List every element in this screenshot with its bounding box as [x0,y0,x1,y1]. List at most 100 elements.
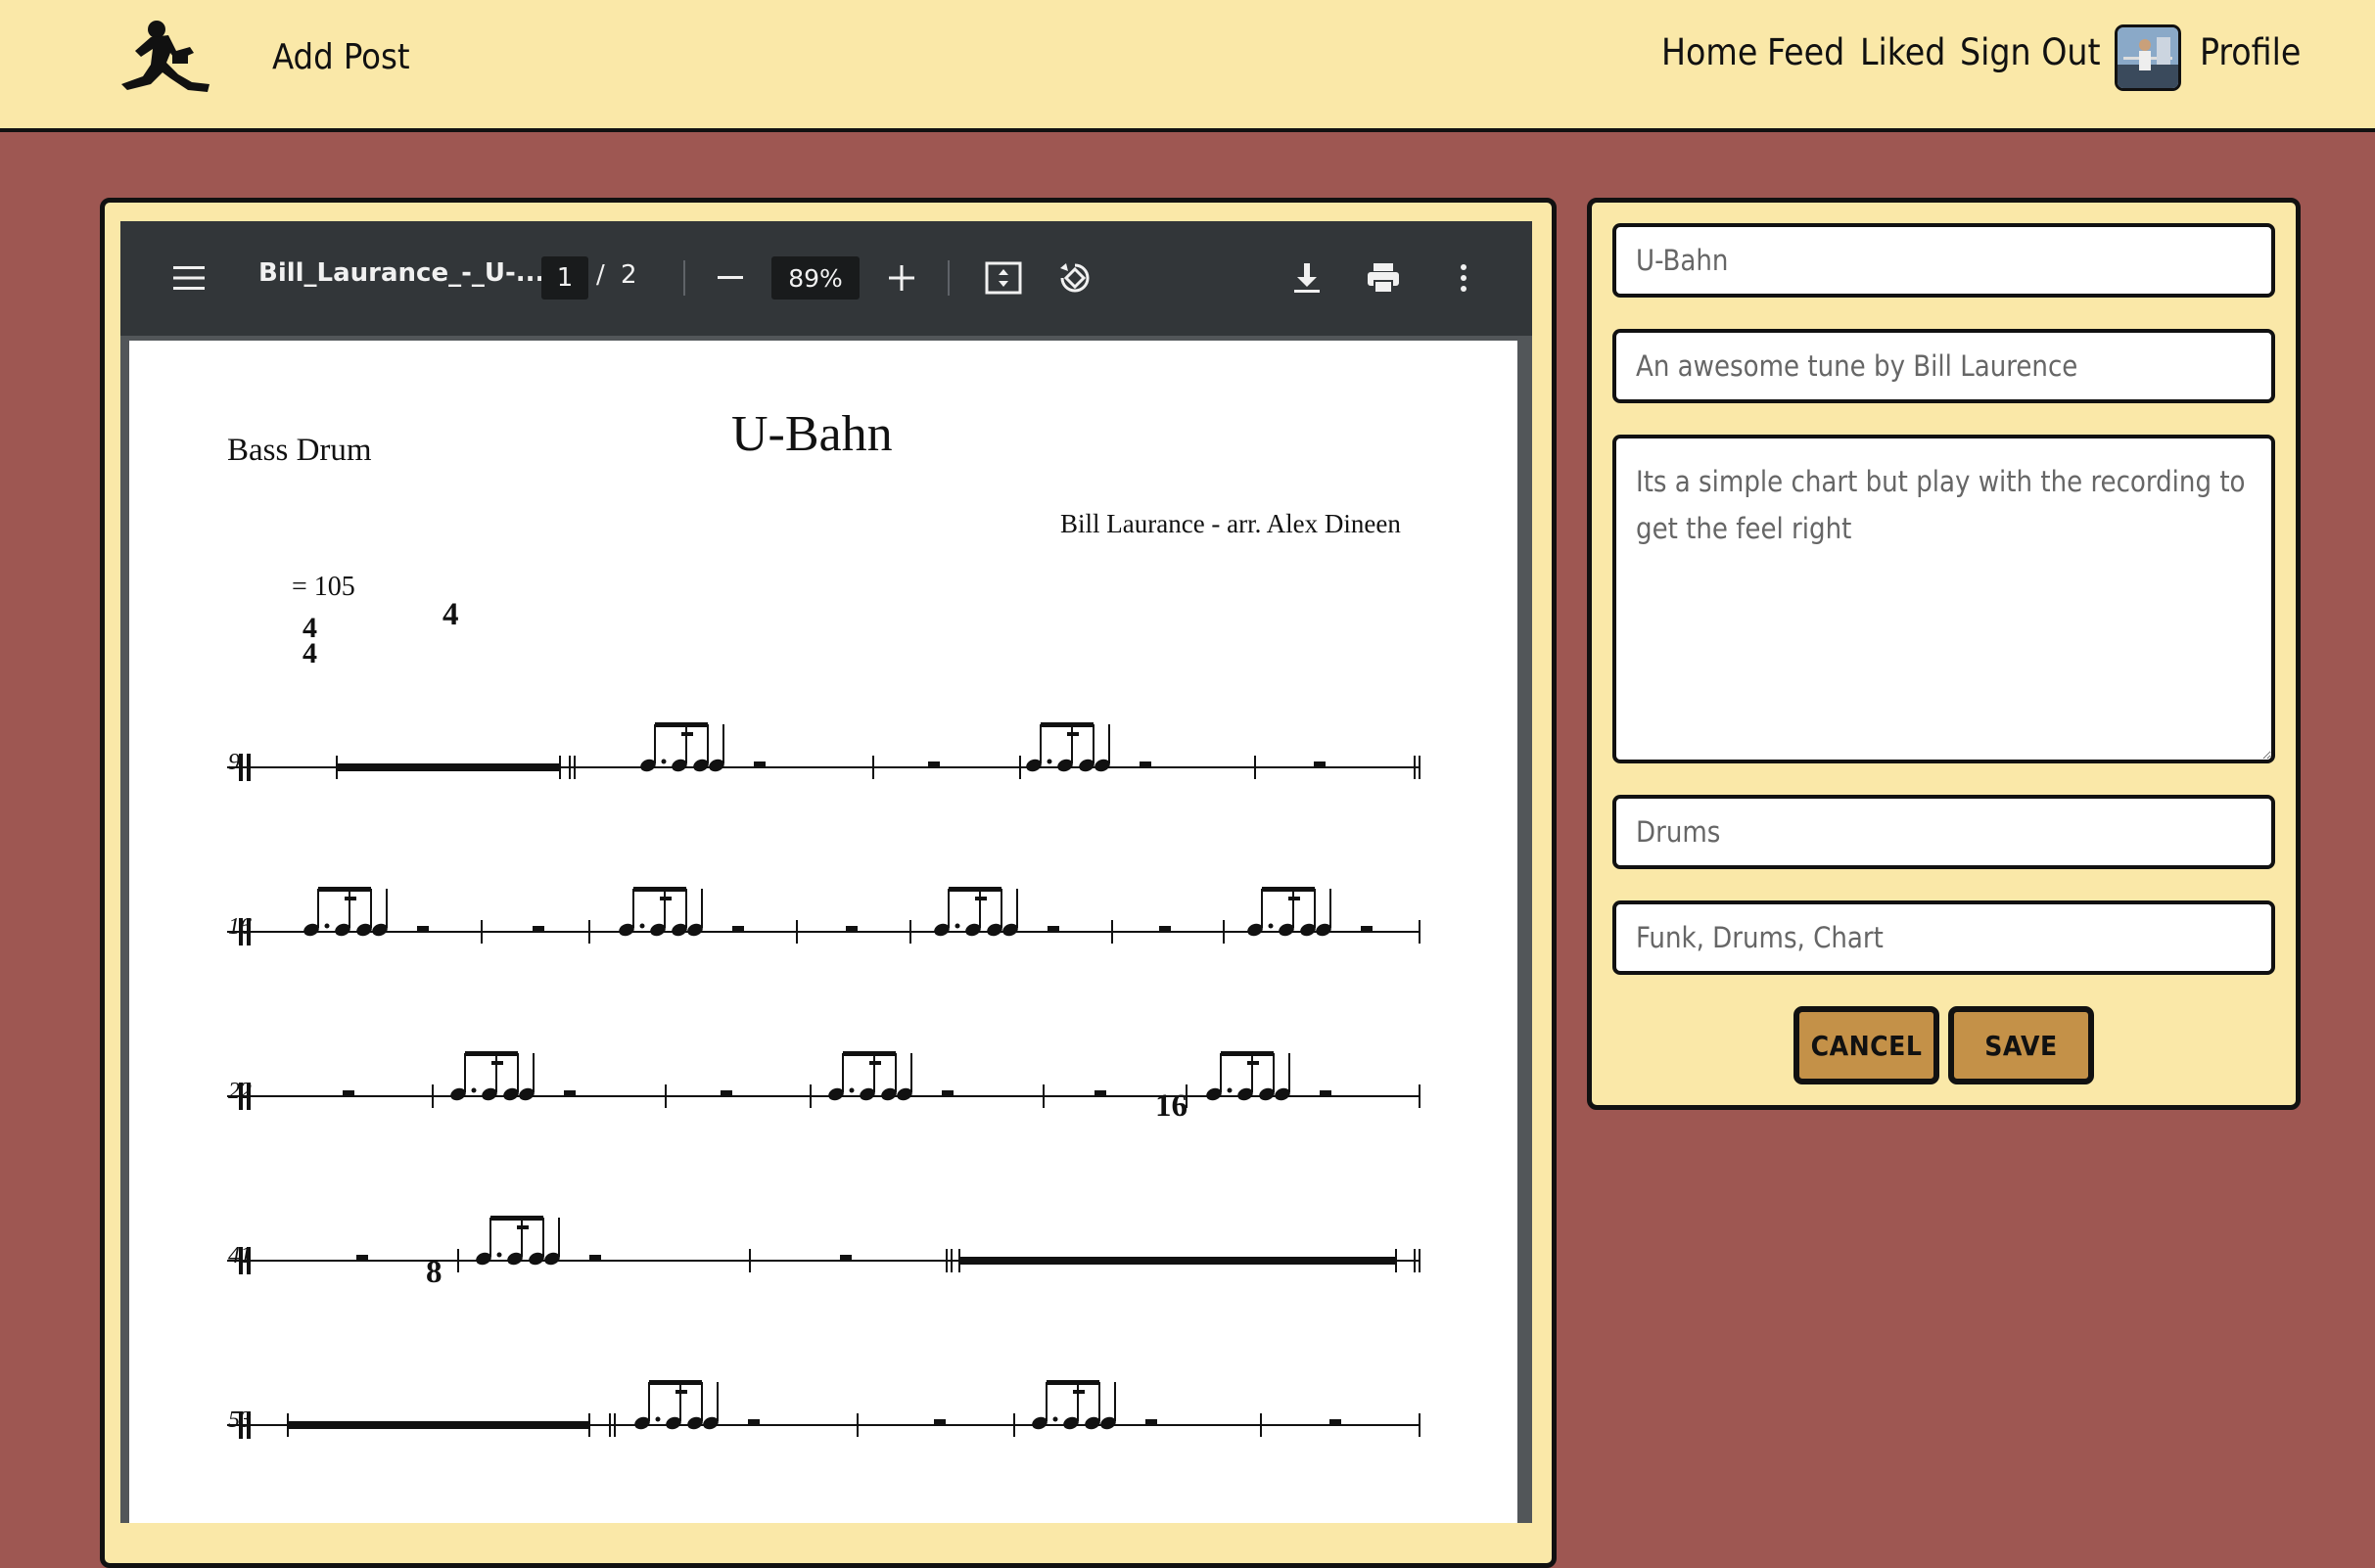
notes-textarea[interactable]: Its a simple chart but play with the rec… [1612,435,2275,763]
note-dot [471,1087,477,1093]
note-beam [660,897,672,900]
rotate-icon[interactable] [1055,258,1094,298]
note-dot [1052,1416,1058,1422]
rest-mark [1314,761,1326,766]
rest-mark [1048,926,1059,931]
note-beam [975,897,987,900]
note-beam [1073,1390,1085,1394]
print-icon[interactable] [1364,258,1403,298]
note-dot [661,759,667,764]
note-beam [1221,1051,1274,1056]
note-dot [849,1087,855,1093]
note-beam [1247,1061,1259,1065]
rest-mark [942,1090,954,1095]
cancel-button[interactable]: CANCEL [1793,1006,1939,1084]
note-dot [496,1252,502,1258]
pdf-toolbar: Bill_Laurance_-_U-... 1 / 2 89% [120,221,1532,336]
note-beam [675,1390,687,1394]
note-beam [843,1051,896,1056]
rest-mark [1361,926,1373,931]
rest-mark [846,926,858,931]
zoom-in-icon[interactable] [884,260,919,296]
description-input[interactable] [1612,329,2275,403]
fit-page-icon[interactable] [984,258,1023,298]
page-separator: / [596,260,605,290]
page-title: Add Post [272,37,410,77]
note-beam [517,1225,529,1229]
note-beam [949,887,1001,892]
rest-mark [1145,1419,1157,1424]
nav-home-link[interactable]: Home [1661,31,1757,73]
multi-rest-bar [959,1257,1396,1265]
rest-mark [928,761,940,766]
instrument-input[interactable] [1612,795,2275,869]
zoom-level[interactable]: 89% [771,256,860,300]
rest-mark [1140,761,1151,766]
rest-mark [754,761,766,766]
rest-mark [721,1090,732,1095]
note-dot [655,1416,661,1422]
title-input[interactable] [1612,223,2275,298]
pdf-viewer[interactable]: Bill_Laurance_-_U-... 1 / 2 89% Bass Dru… [120,221,1532,1523]
nav-signout-link[interactable]: Sign Out [1960,31,2101,73]
note-dot [1047,759,1052,764]
navbar: Add Post Home Feed Liked Sign Out Profil… [0,0,2375,132]
page-total: 2 [621,260,637,290]
percussion-clef [239,1247,243,1274]
tags-input[interactable] [1612,900,2275,975]
percussion-clef [247,1083,251,1110]
toolbar-divider [683,260,685,296]
note-beam [1067,732,1079,736]
nav-feed-link[interactable]: Feed [1767,31,1844,73]
note-beam [491,1061,503,1065]
score-notation [227,722,1420,1439]
note-beam [345,897,356,900]
note-beam [318,887,371,892]
rest-mark [732,926,744,931]
percussion-clef [239,754,243,781]
rest-mark [748,1419,760,1424]
rest-mark [417,926,429,931]
rest-mark [343,1090,354,1095]
rest-mark [1320,1090,1331,1095]
save-button[interactable]: SAVE [1948,1006,2094,1084]
page-number-input[interactable]: 1 [541,256,588,300]
rest-mark [589,1255,601,1260]
pdf-page: Bass Drum U-Bahn Bill Laurance - arr. Al… [129,341,1517,1523]
rest-mark [1094,1090,1106,1095]
note-beam [869,1061,881,1065]
rest-mark [840,1255,852,1260]
note-beam [1288,897,1300,900]
menu-icon[interactable] [171,260,207,296]
rest-mark [564,1090,576,1095]
note-beam [1262,887,1315,892]
toolbar-divider [948,260,950,296]
avatar[interactable] [2115,24,2181,91]
note-beam [633,887,686,892]
note-beam [681,732,693,736]
rest-mark [1329,1419,1341,1424]
nav-liked-link[interactable]: Liked [1860,31,1945,73]
note-dot [1227,1087,1233,1093]
pdf-filename: Bill_Laurance_-_U-... [258,258,545,288]
more-icon[interactable] [1444,258,1483,298]
download-icon[interactable] [1287,258,1327,298]
note-dot [1268,923,1274,929]
percussion-clef [239,1411,243,1439]
zoom-out-icon[interactable] [713,260,748,296]
nav-profile-link[interactable]: Profile [2200,31,2301,73]
multi-rest-bar [288,1421,589,1429]
note-dot [639,923,645,929]
note-beam [649,1380,702,1385]
percussion-clef [247,1247,251,1274]
percussion-clef [239,918,243,945]
rest-mark [934,1419,946,1424]
note-beam [1041,722,1094,727]
logo-icon[interactable] [117,18,213,98]
percussion-clef [239,1083,243,1110]
note-dot [324,923,330,929]
note-beam [465,1051,518,1056]
rest-mark [356,1255,368,1260]
multi-rest-bar [337,763,560,771]
note-beam [490,1216,543,1221]
